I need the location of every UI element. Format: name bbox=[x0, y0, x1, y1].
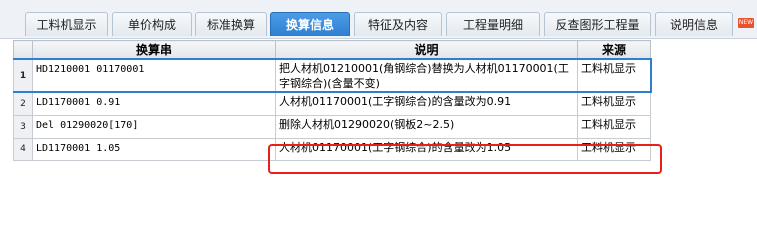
table-row[interactable]: 1 HD1210001 01170001 把人材机01210001(角钢综合)替… bbox=[13, 58, 652, 93]
conversion-code-cell[interactable]: LD1170001 0.91 bbox=[32, 91, 276, 116]
conversion-code-cell[interactable]: HD1210001 01170001 bbox=[32, 58, 276, 93]
description-cell[interactable]: 人材机01170001(工字钢综合)的含量改为0.91 bbox=[275, 91, 578, 116]
tab-bar: 工料机显示 单价构成 标准换算 换算信息 特征及内容 工程量明细 反查图形工程量… bbox=[0, 0, 757, 39]
table-row[interactable]: 2 LD1170001 0.91 人材机01170001(工字钢综合)的含量改为… bbox=[13, 91, 651, 116]
conversion-code-cell[interactable]: Del 01290020[170] bbox=[32, 114, 276, 139]
description-cell[interactable]: 删除人材机01290020(钢板2~2.5) bbox=[275, 114, 578, 139]
tab-features[interactable]: 特征及内容 bbox=[354, 12, 442, 36]
tab-reverse-lookup[interactable]: 反查图形工程量 bbox=[544, 12, 651, 36]
row-number[interactable]: 2 bbox=[13, 91, 33, 116]
table-header-row: 换算串 说明 来源 bbox=[13, 40, 651, 60]
tab-quantity-detail[interactable]: 工程量明细 bbox=[446, 12, 540, 36]
conversion-code-cell[interactable]: LD1170001 1.05 bbox=[32, 137, 276, 161]
new-badge: NEW bbox=[738, 18, 754, 28]
description-cell[interactable]: 把人材机01210001(角钢综合)替换为人材机01170001(工字钢综合)(… bbox=[275, 58, 578, 93]
source-cell[interactable]: 工料机显示 bbox=[577, 58, 652, 93]
tab-standard-conversion[interactable]: 标准换算 bbox=[195, 12, 267, 36]
tab-conversion-info[interactable]: 换算信息 bbox=[270, 12, 350, 36]
column-header-description[interactable]: 说明 bbox=[275, 40, 578, 60]
tab-material-display[interactable]: 工料机显示 bbox=[25, 12, 108, 36]
row-number[interactable]: 3 bbox=[13, 114, 33, 139]
table-row[interactable]: 3 Del 01290020[170] 删除人材机01290020(钢板2~2.… bbox=[13, 114, 651, 139]
row-number[interactable]: 4 bbox=[13, 137, 33, 161]
corner-header bbox=[13, 40, 33, 60]
tab-description[interactable]: 说明信息 bbox=[655, 12, 733, 36]
tab-unit-price[interactable]: 单价构成 bbox=[112, 12, 192, 36]
row-number[interactable]: 1 bbox=[13, 58, 33, 93]
conversion-table: 换算串 说明 来源 1 HD1210001 01170001 把人材机01210… bbox=[13, 40, 652, 161]
source-cell[interactable]: 工料机显示 bbox=[577, 91, 651, 116]
source-cell[interactable]: 工料机显示 bbox=[577, 114, 651, 139]
column-header-code[interactable]: 换算串 bbox=[32, 40, 276, 60]
highlight-annotation-box bbox=[268, 144, 662, 174]
column-header-source[interactable]: 来源 bbox=[577, 40, 651, 60]
